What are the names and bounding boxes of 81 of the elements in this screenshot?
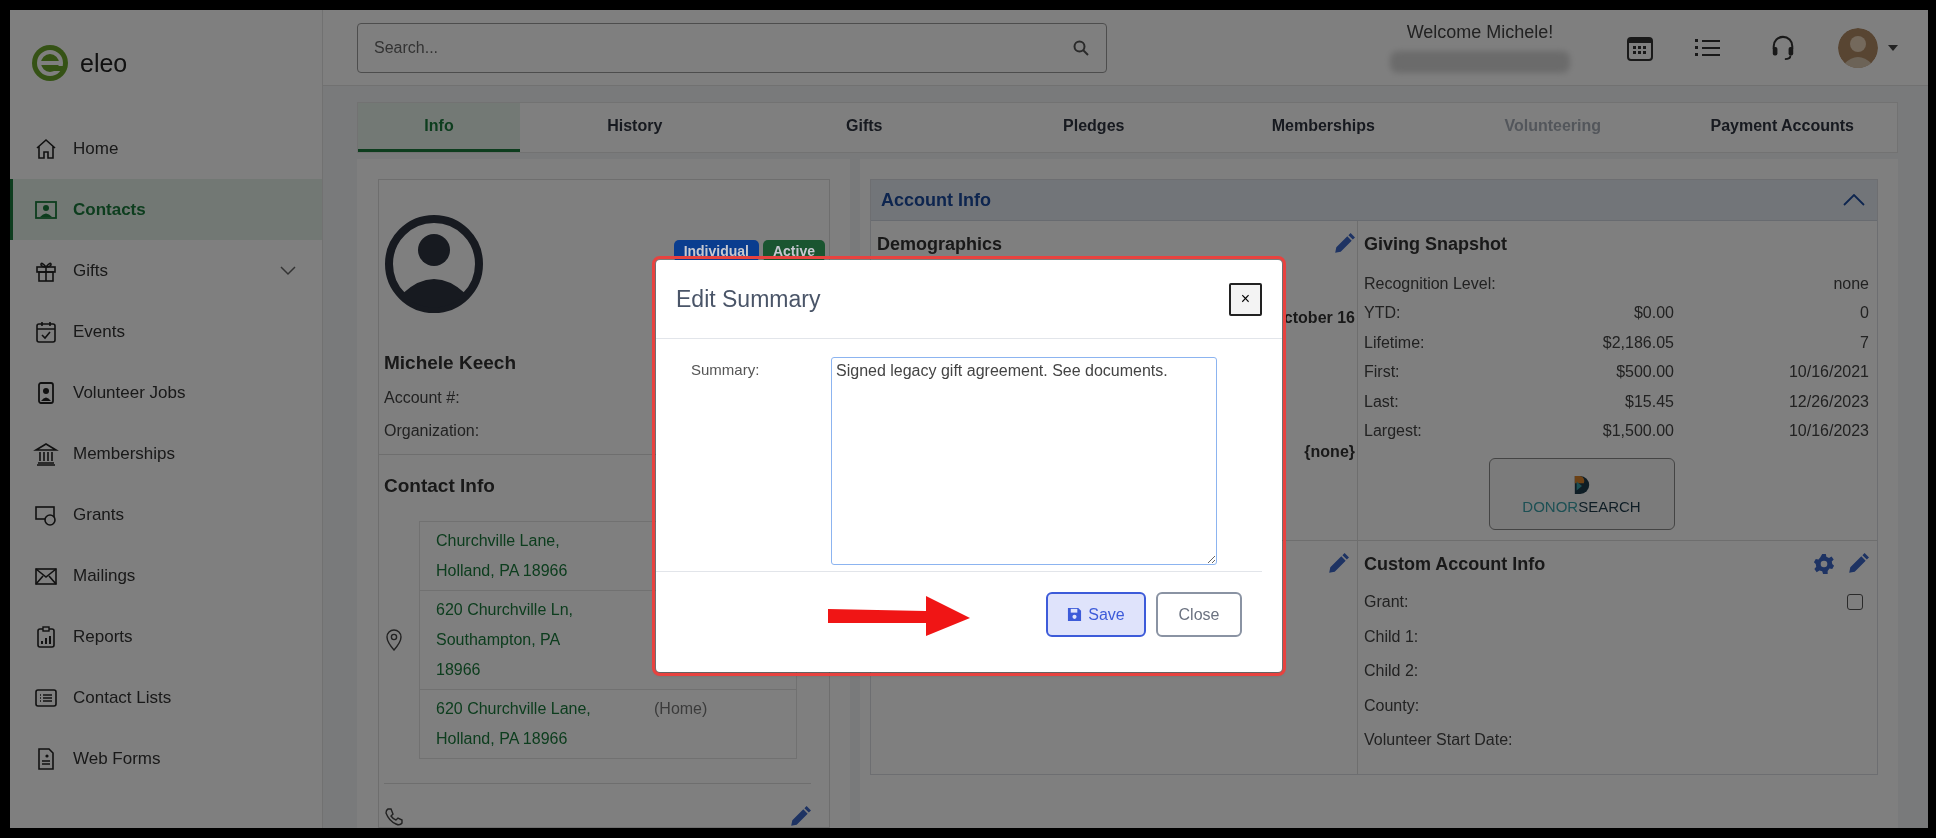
headset-icon[interactable] bbox=[1770, 33, 1796, 62]
amount: $15.45 bbox=[1624, 392, 1674, 411]
donorsearch-button[interactable]: DONORSEARCH bbox=[1488, 458, 1675, 530]
checkbox[interactable] bbox=[1847, 594, 1863, 611]
row-value: 0 bbox=[1859, 304, 1869, 323]
amount: $1,500.00 bbox=[1601, 422, 1674, 441]
caret-icon[interactable] bbox=[1888, 44, 1898, 51]
sidebar-item[interactable]: Events bbox=[10, 301, 322, 362]
search-field[interactable]: Search... bbox=[357, 22, 1107, 73]
row-value: 10/16/2021 bbox=[1787, 363, 1869, 382]
tab[interactable]: History bbox=[520, 103, 750, 152]
amount: $0.00 bbox=[1632, 304, 1674, 323]
pencil-icon[interactable] bbox=[1847, 553, 1869, 575]
section-title: Custom Account Info bbox=[1364, 553, 1546, 575]
pencil-icon[interactable] bbox=[1327, 553, 1349, 575]
sidebar-item[interactable]: Reports bbox=[10, 606, 322, 667]
row-label: Recognition Level: bbox=[1364, 274, 1497, 293]
field-label: Grant: bbox=[1364, 593, 1409, 612]
row-value: 12/26/2023 bbox=[1787, 392, 1869, 411]
row-value: 10/16/2023 bbox=[1787, 422, 1869, 441]
tab[interactable]: Pledges bbox=[979, 103, 1209, 152]
field-label: Summary: bbox=[691, 360, 761, 380]
row-label: First: bbox=[1364, 363, 1401, 382]
sidebar-item[interactable]: Volunteer Jobs bbox=[10, 362, 322, 423]
tab[interactable]: Memberships bbox=[1208, 103, 1438, 152]
contact-name: Michele Keech bbox=[384, 352, 516, 374]
logo-icon bbox=[1572, 473, 1591, 496]
bank-icon bbox=[33, 440, 59, 467]
chevron-icon[interactable] bbox=[1843, 194, 1865, 206]
field-label: Account #: bbox=[384, 389, 461, 407]
sidebar-item[interactable]: Mailings bbox=[10, 545, 322, 606]
avatar[interactable] bbox=[1838, 27, 1878, 68]
close-button[interactable]: Close bbox=[1156, 592, 1242, 637]
welcome-text: Welcome Michele! bbox=[1406, 22, 1554, 43]
tab[interactable]: Info bbox=[358, 103, 520, 152]
section-title: Giving Snapshot bbox=[1364, 233, 1507, 255]
section-title: Demographics bbox=[877, 233, 1003, 255]
address-link[interactable]: 620 Churchville Ln, Southampton, PA 18966 bbox=[436, 595, 654, 685]
settings-icon[interactable] bbox=[1813, 553, 1835, 575]
section-header[interactable]: Account Info bbox=[871, 180, 1877, 221]
map-pin-icon bbox=[386, 629, 402, 651]
logo-icon bbox=[30, 43, 70, 83]
row-value: none bbox=[1832, 274, 1869, 293]
save-button[interactable]: Save bbox=[1046, 592, 1146, 637]
field-label: Child 2: bbox=[1364, 662, 1419, 681]
sidebar-item[interactable]: Memberships bbox=[10, 423, 322, 484]
close-button[interactable]: × bbox=[1229, 282, 1262, 316]
row-value: 7 bbox=[1859, 333, 1869, 352]
user-avatar-icon bbox=[384, 214, 484, 314]
summary-field[interactable]: Signed legacy gift agreement. See documents. bbox=[831, 357, 1217, 565]
address-link[interactable]: 620 Churchville Lane, Holland, PA 18966 bbox=[436, 694, 654, 754]
sidebar-item[interactable]: Gifts bbox=[10, 240, 322, 301]
address-link[interactable]: Churchville Lane, Holland, PA 18966 bbox=[436, 526, 654, 586]
sidebar-item[interactable]: Home bbox=[10, 118, 322, 179]
sidebar-item[interactable]: Contact Lists bbox=[10, 667, 322, 728]
field-label: County: bbox=[1364, 696, 1420, 715]
row-label: Last: bbox=[1364, 392, 1400, 411]
sidebar-item[interactable]: Grants bbox=[10, 484, 322, 545]
dialog-title: Edit Summary bbox=[676, 285, 821, 313]
field-label: Volunteer Start Date: bbox=[1364, 731, 1513, 750]
section-title: Contact Info bbox=[384, 475, 496, 497]
pencil-icon[interactable] bbox=[789, 806, 811, 828]
row-label: Largest: bbox=[1364, 422, 1423, 441]
amount: $2,186.05 bbox=[1601, 333, 1674, 352]
sidebar-item[interactable]: Contacts bbox=[10, 179, 322, 240]
field-value: ctober 16 bbox=[1282, 309, 1355, 327]
row-label: YTD: bbox=[1364, 304, 1402, 323]
address-type: (Home) bbox=[654, 699, 708, 719]
phone-icon bbox=[384, 807, 404, 827]
tab[interactable]: Payment Accounts bbox=[1667, 103, 1897, 152]
field-label: Organization: bbox=[384, 422, 481, 440]
field-value: {none} bbox=[1303, 443, 1355, 461]
tab[interactable]: Gifts bbox=[749, 103, 979, 152]
pencil-icon[interactable] bbox=[1333, 233, 1355, 255]
amount: $500.00 bbox=[1615, 363, 1674, 382]
logo-text: eleo bbox=[80, 48, 128, 78]
search-icon[interactable] bbox=[1073, 39, 1089, 56]
section-title: Account Info bbox=[881, 189, 991, 211]
sidebar-item[interactable]: Web Forms bbox=[10, 728, 322, 789]
row-label: Lifetime: bbox=[1364, 333, 1426, 352]
field-label: Child 1: bbox=[1364, 627, 1419, 646]
